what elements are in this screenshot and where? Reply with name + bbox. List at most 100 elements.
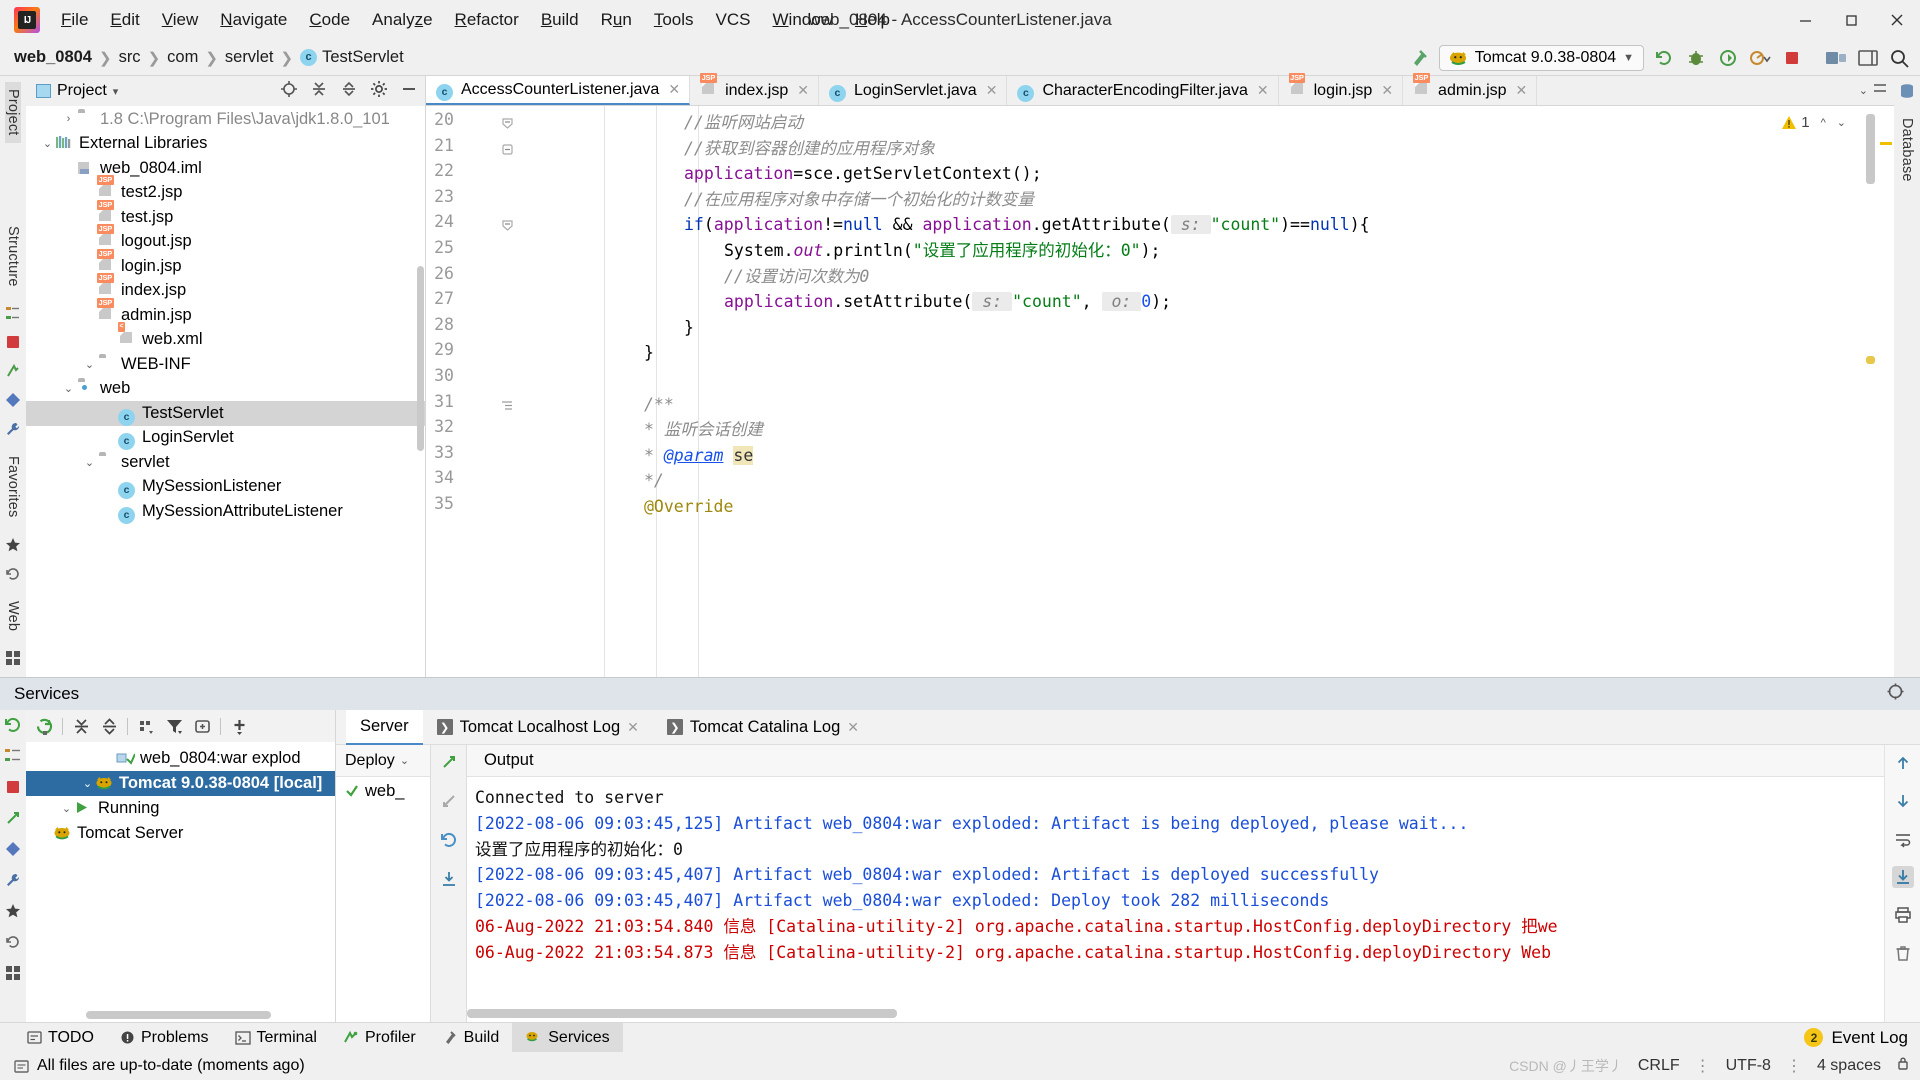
encoding[interactable]: UTF-8 [1726, 1057, 1771, 1075]
menu-file[interactable]: FFileile [50, 7, 99, 33]
undeploy-icon[interactable] [438, 790, 460, 812]
editor-tab[interactable]: cAccessCounterListener.java✕ [426, 76, 690, 105]
chevron-down-icon[interactable]: ▾ [113, 85, 119, 98]
editor-tab[interactable]: JSPlogin.jsp✕ [1279, 76, 1403, 105]
grid-icon[interactable] [4, 964, 22, 982]
tree-expand-arrow-icon[interactable]: ⌄ [61, 382, 76, 395]
chevron-down-icon[interactable]: ⌄ [1837, 116, 1846, 129]
project-tree-row[interactable]: ⌄cLoginServlet [26, 426, 425, 451]
close-icon[interactable]: ✕ [668, 81, 680, 98]
code-fold-icon[interactable] [501, 217, 514, 230]
tool-window-structure[interactable]: Structure [5, 219, 21, 294]
scroll-up-icon[interactable] [1892, 752, 1914, 774]
project-tree-row[interactable]: ⌄web [26, 377, 425, 402]
project-tree-row[interactable]: ⌄JSPadmin.jsp [26, 303, 425, 328]
soft-wrap-icon[interactable] [1892, 828, 1914, 850]
rerun-icon[interactable] [4, 716, 22, 734]
project-tree-row[interactable]: ⌄JSPindex.jsp [26, 279, 425, 304]
rerun-icon[interactable] [30, 713, 58, 739]
close-icon[interactable]: ✕ [847, 719, 859, 736]
editor-scrollbar[interactable] [1866, 114, 1875, 184]
layout-icon[interactable] [1855, 45, 1880, 70]
lock-icon[interactable] [1896, 1056, 1910, 1076]
deploy-download-icon[interactable] [438, 868, 460, 890]
bottom-tool-build[interactable]: Build [429, 1023, 513, 1053]
services-tree-row[interactable]: ⌄Running [26, 796, 335, 821]
breadcrumb-item-src[interactable]: src [119, 48, 141, 67]
services-tree-row[interactable]: ⌄Tomcat 9.0.38-0804 [local] [26, 771, 335, 796]
project-tree-row[interactable]: ⌄cMySessionListener [26, 475, 425, 500]
editor-code-text[interactable]: //监听网站启动//获取到容器创建的应用程序对象application=sce.… [516, 106, 1894, 677]
minimize-button[interactable] [1782, 0, 1828, 40]
services-tab[interactable]: Server [346, 710, 423, 745]
services-tree-row[interactable]: ⌄web_0804:war explod [26, 746, 335, 771]
bottom-tool-todo[interactable]: TODO [14, 1023, 107, 1053]
tree-expand-arrow-icon[interactable]: ⌄ [82, 358, 97, 371]
add-service-icon[interactable] [225, 713, 253, 739]
editor-marker-bar[interactable] [1878, 106, 1894, 677]
tree-expand-arrow-icon[interactable]: ⌄ [40, 137, 55, 150]
services-tree-hscrollbar[interactable] [86, 1011, 271, 1019]
close-icon[interactable]: ✕ [797, 82, 809, 99]
menu-build[interactable]: Build [530, 7, 590, 33]
expand-all-icon[interactable] [310, 80, 328, 103]
structure-filter-icon[interactable] [4, 747, 22, 765]
editor-tab[interactable]: JSPindex.jsp✕ [690, 76, 819, 105]
bottom-tool-terminal[interactable]: Terminal [222, 1023, 330, 1053]
menu-analyze[interactable]: Analyze [361, 7, 444, 33]
tree-expand-arrow-icon[interactable]: ⌄ [59, 802, 74, 815]
filter-icon[interactable] [160, 713, 188, 739]
project-tree-row[interactable]: ⌄JSPtest.jsp [26, 205, 425, 230]
output-hscrollbar[interactable] [467, 1009, 897, 1018]
project-tree-row[interactable]: ⌄JSPtest2.jsp [26, 181, 425, 206]
project-tree-row[interactable]: ⌄JSPlogout.jsp [26, 230, 425, 255]
breadcrumb-item-servlet[interactable]: servlet [225, 48, 274, 67]
breadcrumb-item-class[interactable]: TestServlet [322, 48, 404, 67]
chevron-down-icon[interactable]: ⌄ [400, 754, 409, 767]
menu-edit[interactable]: Edit [99, 7, 150, 33]
line-separator[interactable]: CRLF [1638, 1057, 1680, 1075]
close-button[interactable] [1874, 0, 1920, 40]
menu-tools[interactable]: Tools [643, 7, 705, 33]
editor-gutter[interactable]: 20212223242526272829303132333435 [426, 106, 516, 677]
locate-file-icon[interactable] [280, 80, 298, 103]
menu-code[interactable]: Code [298, 7, 361, 33]
group-by-icon[interactable] [132, 713, 160, 739]
output-console[interactable]: Connected to server[2022-08-06 09:03:45,… [467, 777, 1884, 1022]
tool-window-web[interactable]: Web [5, 594, 21, 638]
editor-tab[interactable]: cCharacterEncodingFilter.java✕ [1007, 76, 1278, 105]
menu-navigate[interactable]: Navigate [209, 7, 298, 33]
close-icon[interactable]: ✕ [1516, 82, 1528, 99]
close-icon[interactable]: ✕ [1257, 82, 1269, 99]
bottom-tool-services[interactable]: Services [512, 1023, 622, 1053]
settings-gear-icon[interactable] [370, 80, 388, 103]
project-tree-row[interactable]: ⌄cMySessionAttributeListener [26, 499, 425, 524]
expand-all-icon[interactable] [67, 713, 95, 739]
build-hammer-icon[interactable] [1407, 45, 1432, 70]
profiler-dropdown-icon[interactable] [1747, 45, 1772, 70]
git-update-icon[interactable] [1823, 45, 1848, 70]
code-fold-icon[interactable] [501, 115, 514, 128]
project-tree-row[interactable]: ›1.8 C:\Program Files\Java\jdk1.8.0_101 [26, 107, 425, 132]
redeploy-arrow-icon[interactable] [4, 809, 22, 827]
code-fold-icon[interactable] [501, 141, 514, 154]
project-tree-row[interactable]: ⌄External Libraries [26, 132, 425, 157]
menu-run[interactable]: Run [590, 7, 643, 33]
run-configuration-selector[interactable]: Tomcat 9.0.38-0804 ▼ [1439, 45, 1644, 71]
collapse-all-icon[interactable] [95, 713, 123, 739]
tab-list-icon[interactable] [1872, 80, 1888, 101]
services-tree[interactable]: ⌄web_0804:war explod⌄Tomcat 9.0.38-0804 … [26, 742, 335, 1022]
project-tree-row[interactable]: ⌄web_0804.iml [26, 156, 425, 181]
code-editor[interactable]: 20212223242526272829303132333435 //监听网站启… [426, 106, 1894, 677]
tree-expand-arrow-icon[interactable]: ⌄ [80, 777, 95, 790]
chevron-up-icon[interactable]: ^ [1821, 117, 1826, 129]
menu-vcs[interactable]: VCS [705, 7, 762, 33]
tool-window-project[interactable]: Project [5, 82, 21, 143]
event-log-area[interactable]: 2 Event Log [1804, 1028, 1920, 1048]
breadcrumb-item-com[interactable]: com [167, 48, 198, 67]
close-icon[interactable]: ✕ [986, 82, 998, 99]
project-tree-row[interactable]: ⌄JSPlogin.jsp [26, 254, 425, 279]
favorites-star-icon[interactable] [4, 902, 22, 920]
menu-view[interactable]: View [151, 7, 210, 33]
redeploy-icon[interactable] [438, 751, 460, 773]
